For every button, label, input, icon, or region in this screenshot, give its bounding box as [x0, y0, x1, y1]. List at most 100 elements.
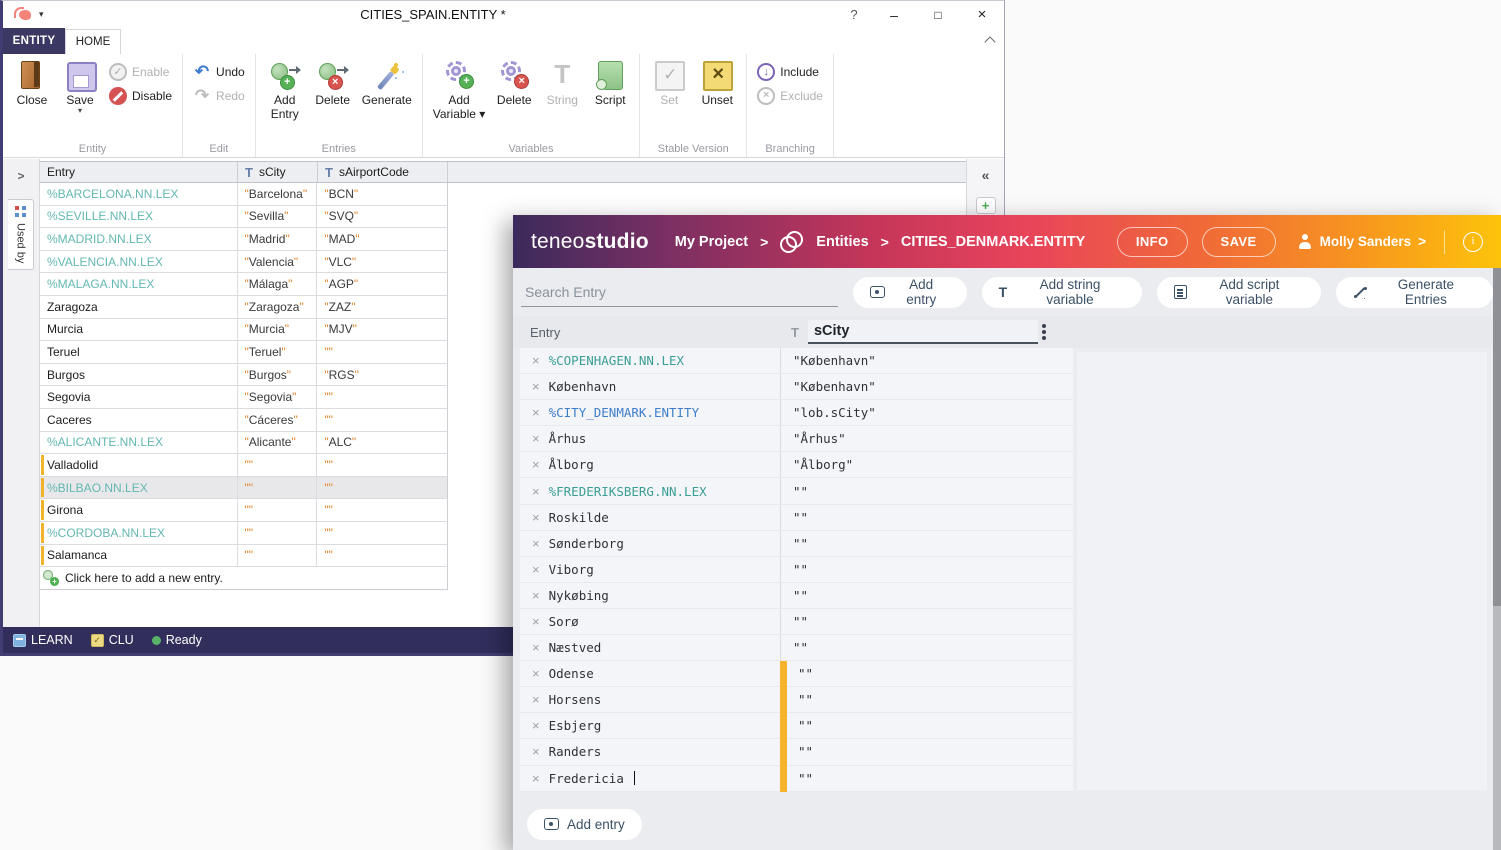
ribbon-button-delete[interactable]: Delete [310, 58, 356, 109]
entry-cell[interactable]: ×Odense [520, 661, 780, 686]
scity-cell[interactable]: "Sevilla" [238, 206, 318, 228]
entry-cell[interactable]: ×Esbjerg [520, 713, 780, 738]
entry-cell[interactable]: ×Sorø [520, 609, 780, 634]
sairportcode-cell[interactable]: "VLC" [317, 251, 447, 273]
minimize-button[interactable]: – [872, 1, 916, 28]
table-row[interactable]: ×Sorø"" [520, 609, 1073, 635]
table-row[interactable]: ×Odense"" [520, 661, 1073, 687]
remove-entry-icon[interactable]: × [532, 588, 540, 603]
table-row[interactable]: Burgos"Burgos""RGS" [40, 364, 448, 387]
breadcrumb-project[interactable]: My Project [675, 234, 748, 250]
ribbon-button-unset[interactable]: Unset [694, 58, 740, 109]
table-row[interactable]: %VALENCIA.NN.LEX"Valencia""VLC" [40, 251, 448, 274]
value-cell[interactable]: "Ålborg" [780, 452, 1073, 477]
scity-cell[interactable]: "Zaragoza" [238, 296, 318, 318]
scity-cell[interactable]: "Málaga" [238, 273, 318, 295]
entry-cell[interactable]: %CORDOBA.NN.LEX [40, 522, 238, 544]
remove-entry-icon[interactable]: × [532, 431, 540, 446]
entry-cell[interactable]: %SEVILLE.NN.LEX [40, 206, 238, 228]
scity-cell[interactable]: "Burgos" [238, 364, 318, 386]
help-button[interactable]: ? [832, 1, 876, 28]
remove-entry-icon[interactable]: × [532, 510, 540, 525]
ribbon-button-generate[interactable]: Generate [358, 58, 416, 109]
table-row[interactable]: Murcia"Murcia""MJV" [40, 319, 448, 342]
ribbon-button-script[interactable]: Script [587, 58, 633, 109]
column-menu-icon[interactable] [1042, 324, 1046, 328]
table-row[interactable]: %MADRID.NN.LEX"Madrid""MAD" [40, 228, 448, 251]
table-row[interactable]: %BILBAO.NN.LEX"""" [40, 477, 448, 500]
entry-cell[interactable]: ×Horsens [520, 687, 780, 712]
scity-cell[interactable]: "Alicante" [238, 432, 318, 454]
remove-entry-icon[interactable]: × [532, 744, 540, 759]
sairportcode-cell[interactable]: "" [317, 499, 447, 521]
entry-cell[interactable]: Segovia [40, 386, 238, 408]
add-variable-quick-button[interactable]: + [976, 197, 996, 214]
entry-cell[interactable]: ×Randers [520, 739, 780, 764]
remove-entry-icon[interactable]: × [532, 614, 540, 629]
entry-cell[interactable]: Murcia [40, 319, 238, 341]
tab-home[interactable]: HOME [65, 29, 121, 54]
entry-cell[interactable]: %VALENCIA.NN.LEX [40, 251, 238, 273]
entry-cell[interactable]: %BARCELONA.NN.LEX [40, 183, 238, 205]
table-row[interactable]: Zaragoza"Zaragoza""ZAZ" [40, 296, 448, 319]
search-entry-input[interactable] [521, 277, 838, 307]
table-row[interactable]: %SEVILLE.NN.LEX"Sevilla""SVQ" [40, 206, 448, 229]
remove-entry-icon[interactable]: × [532, 771, 540, 786]
table-row[interactable]: %BARCELONA.NN.LEX"Barcelona""BCN" [40, 183, 448, 206]
entry-cell[interactable]: %BILBAO.NN.LEX [40, 477, 238, 499]
table-row[interactable]: ×%COPENHAGEN.NN.LEX"København" [520, 348, 1073, 374]
dropdown-caret-icon[interactable]: ▾ [78, 107, 82, 115]
add-string-variable-button[interactable]: TAdd string variable [982, 277, 1142, 308]
sairportcode-cell[interactable]: "" [317, 341, 447, 363]
value-cell[interactable]: "lob.sCity" [780, 400, 1073, 425]
sairportcode-cell[interactable]: "MAD" [317, 228, 447, 250]
add-entry-button[interactable]: Add entry [853, 277, 967, 308]
table-row[interactable]: ×Århus"Århus" [520, 426, 1073, 452]
remove-entry-icon[interactable]: × [532, 379, 540, 394]
save-button[interactable]: SAVE [1202, 227, 1276, 257]
ribbon-button-include[interactable]: Include [753, 62, 827, 82]
entry-cell[interactable]: Teruel [40, 341, 238, 363]
entry-cell[interactable]: Girona [40, 499, 238, 521]
value-cell[interactable]: "" [780, 557, 1073, 582]
entry-cell[interactable]: Valladolid [40, 454, 238, 476]
value-cell[interactable]: "" [780, 766, 1073, 791]
sairportcode-cell[interactable]: "BCN" [317, 183, 447, 205]
ribbon-button-add-entry[interactable]: AddEntry [262, 58, 308, 123]
entry-cell[interactable]: %ALICANTE.NN.LEX [40, 432, 238, 454]
column-header-scity[interactable]: TsCity [238, 162, 318, 182]
sairportcode-cell[interactable]: "MJV" [317, 319, 447, 341]
table-row[interactable]: ×Viborg"" [520, 557, 1073, 583]
status-learn[interactable]: LEARN [13, 633, 73, 647]
expand-right-panel-icon[interactable]: « [982, 167, 990, 183]
scity-cell[interactable]: "Barcelona" [238, 183, 318, 205]
value-cell[interactable]: "" [780, 583, 1073, 608]
scity-cell[interactable]: "Segovia" [238, 386, 318, 408]
table-row[interactable]: ×Randers"" [520, 739, 1073, 765]
variable-name-input[interactable] [808, 320, 1038, 344]
ribbon-button-close[interactable]: Close [9, 58, 55, 109]
sairportcode-cell[interactable]: "" [317, 477, 447, 499]
value-cell[interactable]: "" [780, 713, 1073, 738]
table-row[interactable]: ×Horsens"" [520, 687, 1073, 713]
table-row[interactable]: Caceres"Cáceres""" [40, 409, 448, 432]
user-menu[interactable]: Molly Sanders > [1298, 234, 1426, 249]
scity-cell[interactable]: "" [238, 522, 318, 544]
remove-entry-icon[interactable]: × [532, 718, 540, 733]
entry-cell[interactable]: ×Ålborg [520, 452, 780, 477]
value-cell[interactable]: "" [780, 478, 1073, 503]
entry-cell[interactable]: ×%COPENHAGEN.NN.LEX [520, 348, 780, 373]
table-row[interactable]: ×Fredericia"" [520, 766, 1073, 792]
value-cell[interactable]: "" [780, 635, 1073, 660]
maximize-button[interactable]: □ [916, 1, 960, 28]
vertical-scrollbar[interactable] [1493, 268, 1501, 850]
value-cell[interactable]: "" [780, 531, 1073, 556]
entry-cell[interactable]: ×Nykøbing [520, 583, 780, 608]
entry-cell[interactable]: ×%CITY_DENMARK.ENTITY [520, 400, 780, 425]
entry-cell[interactable]: ×København [520, 374, 780, 399]
entry-cell[interactable]: ×Sønderborg [520, 531, 780, 556]
remove-entry-icon[interactable]: × [532, 562, 540, 577]
remove-entry-icon[interactable]: × [532, 666, 540, 681]
remove-entry-icon[interactable]: × [532, 353, 540, 368]
table-row[interactable]: %MALAGA.NN.LEX"Málaga""AGP" [40, 273, 448, 296]
